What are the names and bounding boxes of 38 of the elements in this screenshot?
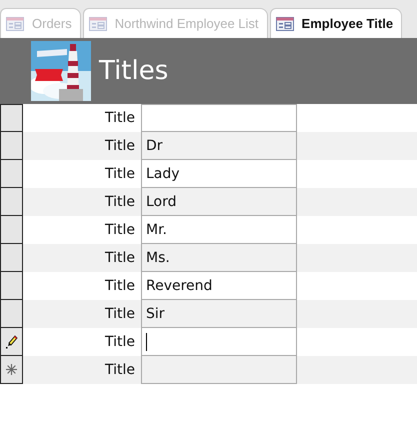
record-selector[interactable] [0, 132, 23, 160]
record-selector[interactable] [0, 300, 23, 328]
record-selector[interactable] [0, 188, 23, 216]
record-selector[interactable] [0, 356, 23, 384]
field-label: Title [104, 221, 135, 240]
table-icon [276, 16, 294, 30]
input-field[interactable] [141, 328, 297, 356]
input-field[interactable]: Dr [141, 132, 297, 160]
record-selector[interactable] [0, 216, 23, 244]
input-field[interactable]: Lord [141, 188, 297, 216]
input-field[interactable]: Ms. [141, 244, 297, 272]
field-label: Title [104, 109, 135, 128]
input-field[interactable]: Lady [141, 160, 297, 188]
field-label: Title [104, 137, 135, 156]
field-label: Title [104, 165, 135, 184]
field-label: Title [104, 333, 135, 352]
input-field[interactable]: Sir [141, 300, 297, 328]
field-label: Title [104, 193, 135, 212]
input-field[interactable]: Reverend [141, 272, 297, 300]
field-label: Title [104, 277, 135, 296]
lighthouse-logo-drawing [31, 41, 91, 101]
field-label: Title [104, 249, 135, 268]
asterisk-icon [6, 364, 17, 375]
pencil-icon [6, 334, 18, 348]
input-field[interactable] [141, 104, 297, 132]
table-icon [6, 16, 24, 30]
form-title: Titles [99, 56, 168, 86]
tab[interactable]: Employee Title [270, 8, 402, 38]
field-label: Title [104, 361, 135, 380]
table-icon [88, 16, 107, 30]
record-selector[interactable] [0, 272, 23, 300]
record-selector[interactable] [0, 160, 23, 188]
record-selector[interactable] [0, 104, 23, 132]
input-field[interactable]: Mr. [141, 216, 297, 244]
record-selector[interactable] [0, 328, 23, 356]
field-label: Title [104, 305, 135, 324]
input-field[interactable] [141, 356, 297, 384]
record-selector[interactable] [0, 244, 23, 272]
